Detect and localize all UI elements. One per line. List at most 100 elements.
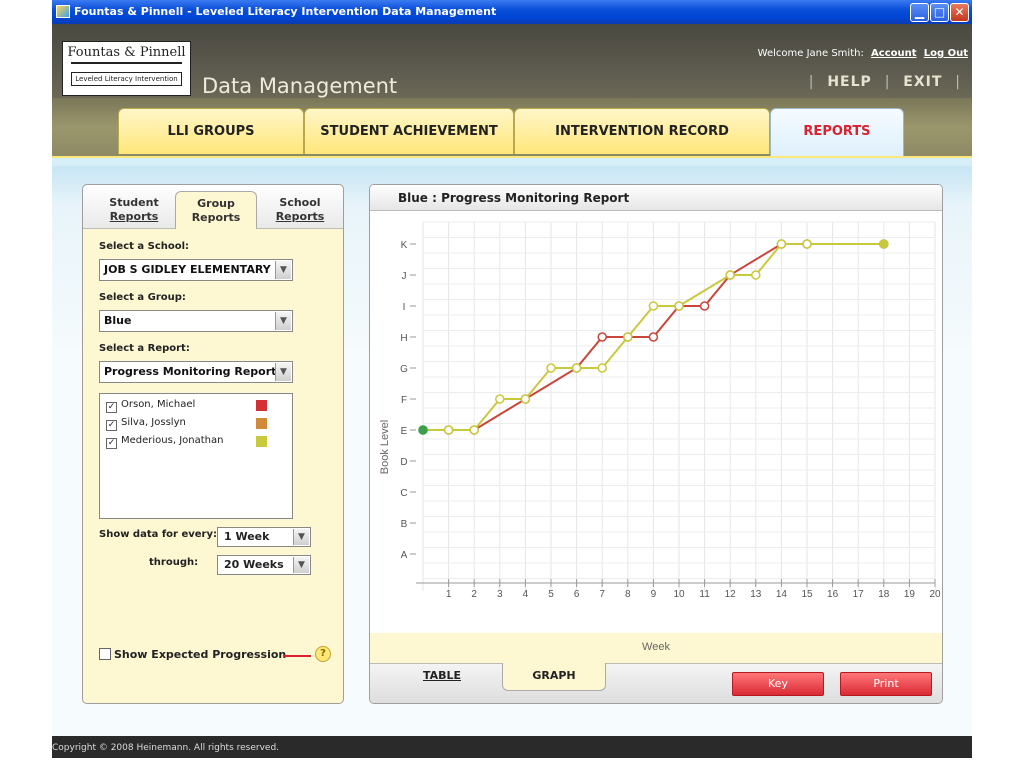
checkbox-checked-icon[interactable]: ✓: [106, 402, 117, 413]
expected-progression-toggle[interactable]: Show Expected Progression: [99, 648, 286, 661]
tab-reports[interactable]: REPORTS: [770, 108, 904, 156]
tab-lli-groups[interactable]: LLI GROUPS: [118, 108, 304, 154]
tab-intervention-record[interactable]: INTERVENTION RECORD: [514, 108, 770, 154]
x-tick-label: 12: [725, 589, 737, 600]
logo-title: Fountas & Pinnell: [67, 45, 186, 60]
school-select[interactable]: JOB S GIDLEY ELEMENTARY ▼: [99, 259, 293, 281]
group-select[interactable]: Blue ▼: [99, 310, 293, 332]
report-label: Select a Report:: [99, 343, 190, 354]
data-point: [802, 239, 812, 249]
x-tick-label: 9: [651, 589, 657, 600]
data-point: [725, 270, 735, 280]
x-tick-label: 13: [750, 589, 762, 600]
close-button[interactable]: ✕: [950, 3, 969, 22]
y-tick-label: B: [401, 519, 408, 530]
key-button[interactable]: Key: [732, 672, 824, 696]
x-tick-label: 4: [523, 589, 529, 600]
tab-group-reports[interactable]: Group Reports: [175, 191, 257, 229]
x-tick-label: 18: [878, 589, 890, 600]
student-list: ✓ Orson, Michael ✓ Silva, Josslyn ✓ Mederio…: [99, 393, 293, 519]
help-link[interactable]: HELP: [827, 74, 871, 90]
app-window: Fountas & Pinnell - Leveled Literacy Int…: [52, 0, 972, 758]
expected-line-sample: [283, 655, 311, 657]
tab-student-reports[interactable]: Student Reports: [93, 191, 175, 229]
interval-select[interactable]: 1 Week ▼: [217, 527, 311, 547]
minimize-button[interactable]: ▁: [910, 3, 929, 22]
x-tick-label: 2: [471, 589, 477, 600]
app-icon: [56, 5, 70, 18]
checkbox-checked-icon[interactable]: ✓: [106, 438, 117, 449]
data-point: [520, 394, 531, 404]
logout-link[interactable]: Log Out: [924, 48, 968, 59]
copyright: Copyright © 2008 Heinemann. All rights r…: [52, 743, 280, 753]
app-header: Fountas & Pinnell Leveled Literacy Inter…: [52, 24, 972, 98]
exit-link[interactable]: EXIT: [903, 74, 942, 90]
print-button[interactable]: Print: [840, 672, 932, 696]
color-swatch: [256, 400, 267, 411]
report-select[interactable]: Progress Monitoring Report ▼: [99, 361, 293, 383]
page-title: Data Management: [202, 74, 398, 98]
x-tick-label: 8: [625, 589, 631, 600]
help-icon[interactable]: ?: [315, 646, 331, 662]
school-label: Select a School:: [99, 241, 190, 252]
report-type-tabs: Student Reports Group Reports School Report…: [83, 185, 343, 229]
x-tick-label: 10: [673, 589, 685, 600]
x-tick-label: 16: [827, 589, 839, 600]
footer: Copyright © 2008 Heinemann. All rights r…: [52, 736, 972, 758]
content-area: Student Reports Group Reports School Report…: [52, 156, 972, 736]
list-item[interactable]: ✓ Silva, Josslyn: [106, 416, 286, 431]
y-tick-label: F: [401, 395, 407, 406]
help-exit-nav: | HELP | EXIT |: [808, 74, 961, 90]
data-point: [597, 363, 607, 373]
report-panel: Blue : Progress Monitoring Report A B C D E F…: [369, 184, 943, 704]
chevron-down-icon: ▼: [293, 557, 309, 573]
progress-chart: A B C D E F G H I J K 1 2 3 4 5 6 7 8 9 10 11 12 13 14 15 16 17 18 19…: [370, 211, 942, 633]
logo: Fountas & Pinnell Leveled Literacy Inter…: [62, 41, 191, 96]
chevron-down-icon: ▼: [293, 529, 309, 545]
welcome-text: Welcome Jane Smith:: [757, 48, 864, 59]
data-point: [443, 425, 454, 435]
data-point: [597, 332, 607, 342]
chevron-down-icon: ▼: [275, 363, 291, 381]
y-tick-label: A: [401, 550, 408, 561]
through-select[interactable]: 20 Weeks ▼: [217, 555, 311, 575]
y-tick-label: C: [400, 488, 407, 499]
checkbox-icon[interactable]: [99, 648, 111, 660]
x-tick-label: 11: [699, 589, 710, 600]
data-point: [623, 332, 633, 342]
chevron-down-icon: ▼: [275, 261, 291, 279]
chevron-down-icon: ▼: [275, 312, 291, 330]
y-tick-label: G: [400, 364, 408, 375]
through-label: through:: [149, 557, 199, 568]
data-point: [495, 394, 505, 404]
data-point: [469, 425, 479, 435]
x-tick-label: 6: [574, 589, 580, 600]
list-item[interactable]: ✓ Orson, Michael: [106, 398, 286, 413]
list-item[interactable]: ✓ Mederious, Jonathan: [106, 434, 286, 449]
y-axis-label: Book Level: [379, 420, 391, 474]
account-link[interactable]: Account: [871, 48, 916, 59]
group-label: Select a Group:: [99, 292, 186, 303]
data-point: [751, 270, 761, 280]
x-tick-label: 7: [599, 589, 605, 600]
y-tick-label: J: [402, 271, 407, 282]
x-tick-label: 20: [929, 589, 941, 600]
maximize-button[interactable]: □: [930, 3, 949, 22]
main-tabs: LLI GROUPS STUDENT ACHIEVEMENT LOG INTER…: [52, 98, 972, 185]
color-swatch: [256, 418, 267, 429]
tab-school-reports[interactable]: School Reports: [259, 191, 341, 229]
x-tick-label: 1: [446, 589, 452, 600]
y-tick-label: I: [403, 302, 406, 313]
tab-graph[interactable]: GRAPH: [502, 663, 606, 691]
tab-table[interactable]: TABLE: [390, 663, 494, 691]
x-tick-label: 14: [776, 589, 788, 600]
x-tick-label: 19: [904, 589, 916, 600]
tab-student-achievement-log[interactable]: STUDENT ACHIEVEMENT LOG: [304, 108, 514, 185]
data-point: [776, 239, 787, 249]
data-point: [418, 425, 428, 435]
checkbox-checked-icon[interactable]: ✓: [106, 420, 117, 431]
x-tick-label: 17: [853, 589, 865, 600]
data-point: [674, 301, 684, 311]
x-tick-label: 5: [548, 589, 554, 600]
welcome-bar: Welcome Jane Smith: Account Log Out: [758, 48, 968, 59]
